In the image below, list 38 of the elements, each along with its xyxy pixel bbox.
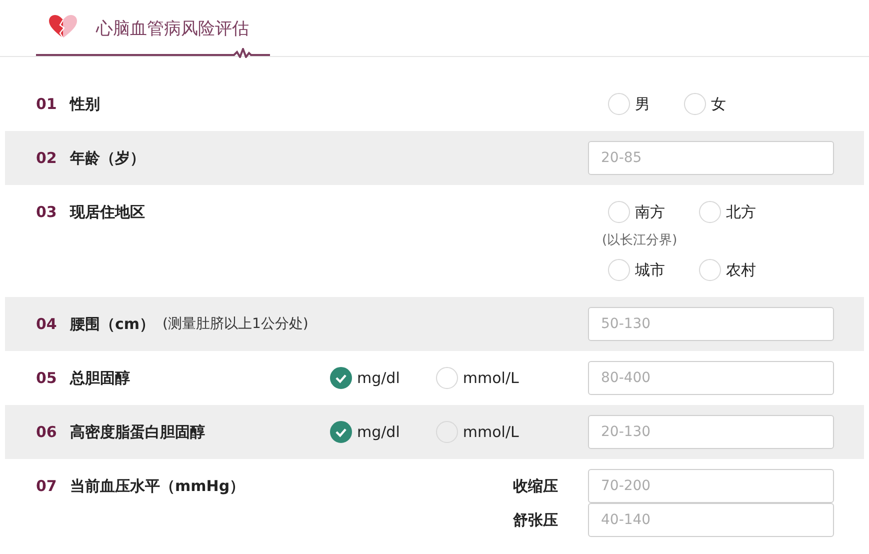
question-label: 性别 xyxy=(70,94,100,115)
question-number: 01 xyxy=(36,94,58,115)
question-number: 07 xyxy=(36,476,58,497)
question-number: 02 xyxy=(36,148,58,169)
input-field[interactable]: 50-130 xyxy=(588,307,834,341)
radio-option[interactable]: 男 xyxy=(608,93,650,115)
input-field[interactable]: 40-140 xyxy=(588,503,834,537)
radio-option[interactable]: 南方 xyxy=(608,201,665,223)
question-label: 腰围（cm） xyxy=(70,314,155,335)
hint-text: (以长江分界) xyxy=(601,232,678,250)
question-label: 年龄（岁） xyxy=(70,148,145,169)
radio-option[interactable]: 农村 xyxy=(699,259,756,281)
radio-option[interactable]: mmol/L xyxy=(436,367,519,389)
input-field[interactable]: 80-400 xyxy=(588,361,834,395)
radio-button[interactable] xyxy=(330,421,352,443)
radio-option[interactable]: mmol/L xyxy=(436,421,519,443)
field-label: 舒张压 xyxy=(513,510,558,531)
question-label: 高密度脂蛋白胆固醇 xyxy=(70,422,205,443)
question-number: 04 xyxy=(36,314,58,335)
field-label: 收缩压 xyxy=(513,476,558,497)
input-field[interactable]: 70-200 xyxy=(588,469,834,503)
heart-icon xyxy=(48,14,78,40)
input-field[interactable]: 20-85 xyxy=(588,141,834,175)
input-field[interactable]: 20-130 xyxy=(588,415,834,449)
radio-option[interactable]: 城市 xyxy=(608,259,665,281)
radio-option[interactable]: 北方 xyxy=(699,201,756,223)
question-number: 06 xyxy=(36,422,58,443)
question-number: 05 xyxy=(36,368,58,389)
page-title: 心脑血管病风险评估 xyxy=(96,18,249,40)
radio-option[interactable]: mg/dl xyxy=(330,421,400,443)
radio-option[interactable]: mg/dl xyxy=(330,367,400,389)
radio-button[interactable] xyxy=(330,367,352,389)
question-label: 当前血压水平（mmHg） xyxy=(70,476,245,497)
hint-text: (测量肚脐以上1公分处) xyxy=(162,315,308,334)
question-label: 总胆固醇 xyxy=(70,368,130,389)
question-label: 现居住地区 xyxy=(70,202,145,223)
question-number: 03 xyxy=(36,202,58,223)
radio-option[interactable]: 女 xyxy=(684,93,726,115)
